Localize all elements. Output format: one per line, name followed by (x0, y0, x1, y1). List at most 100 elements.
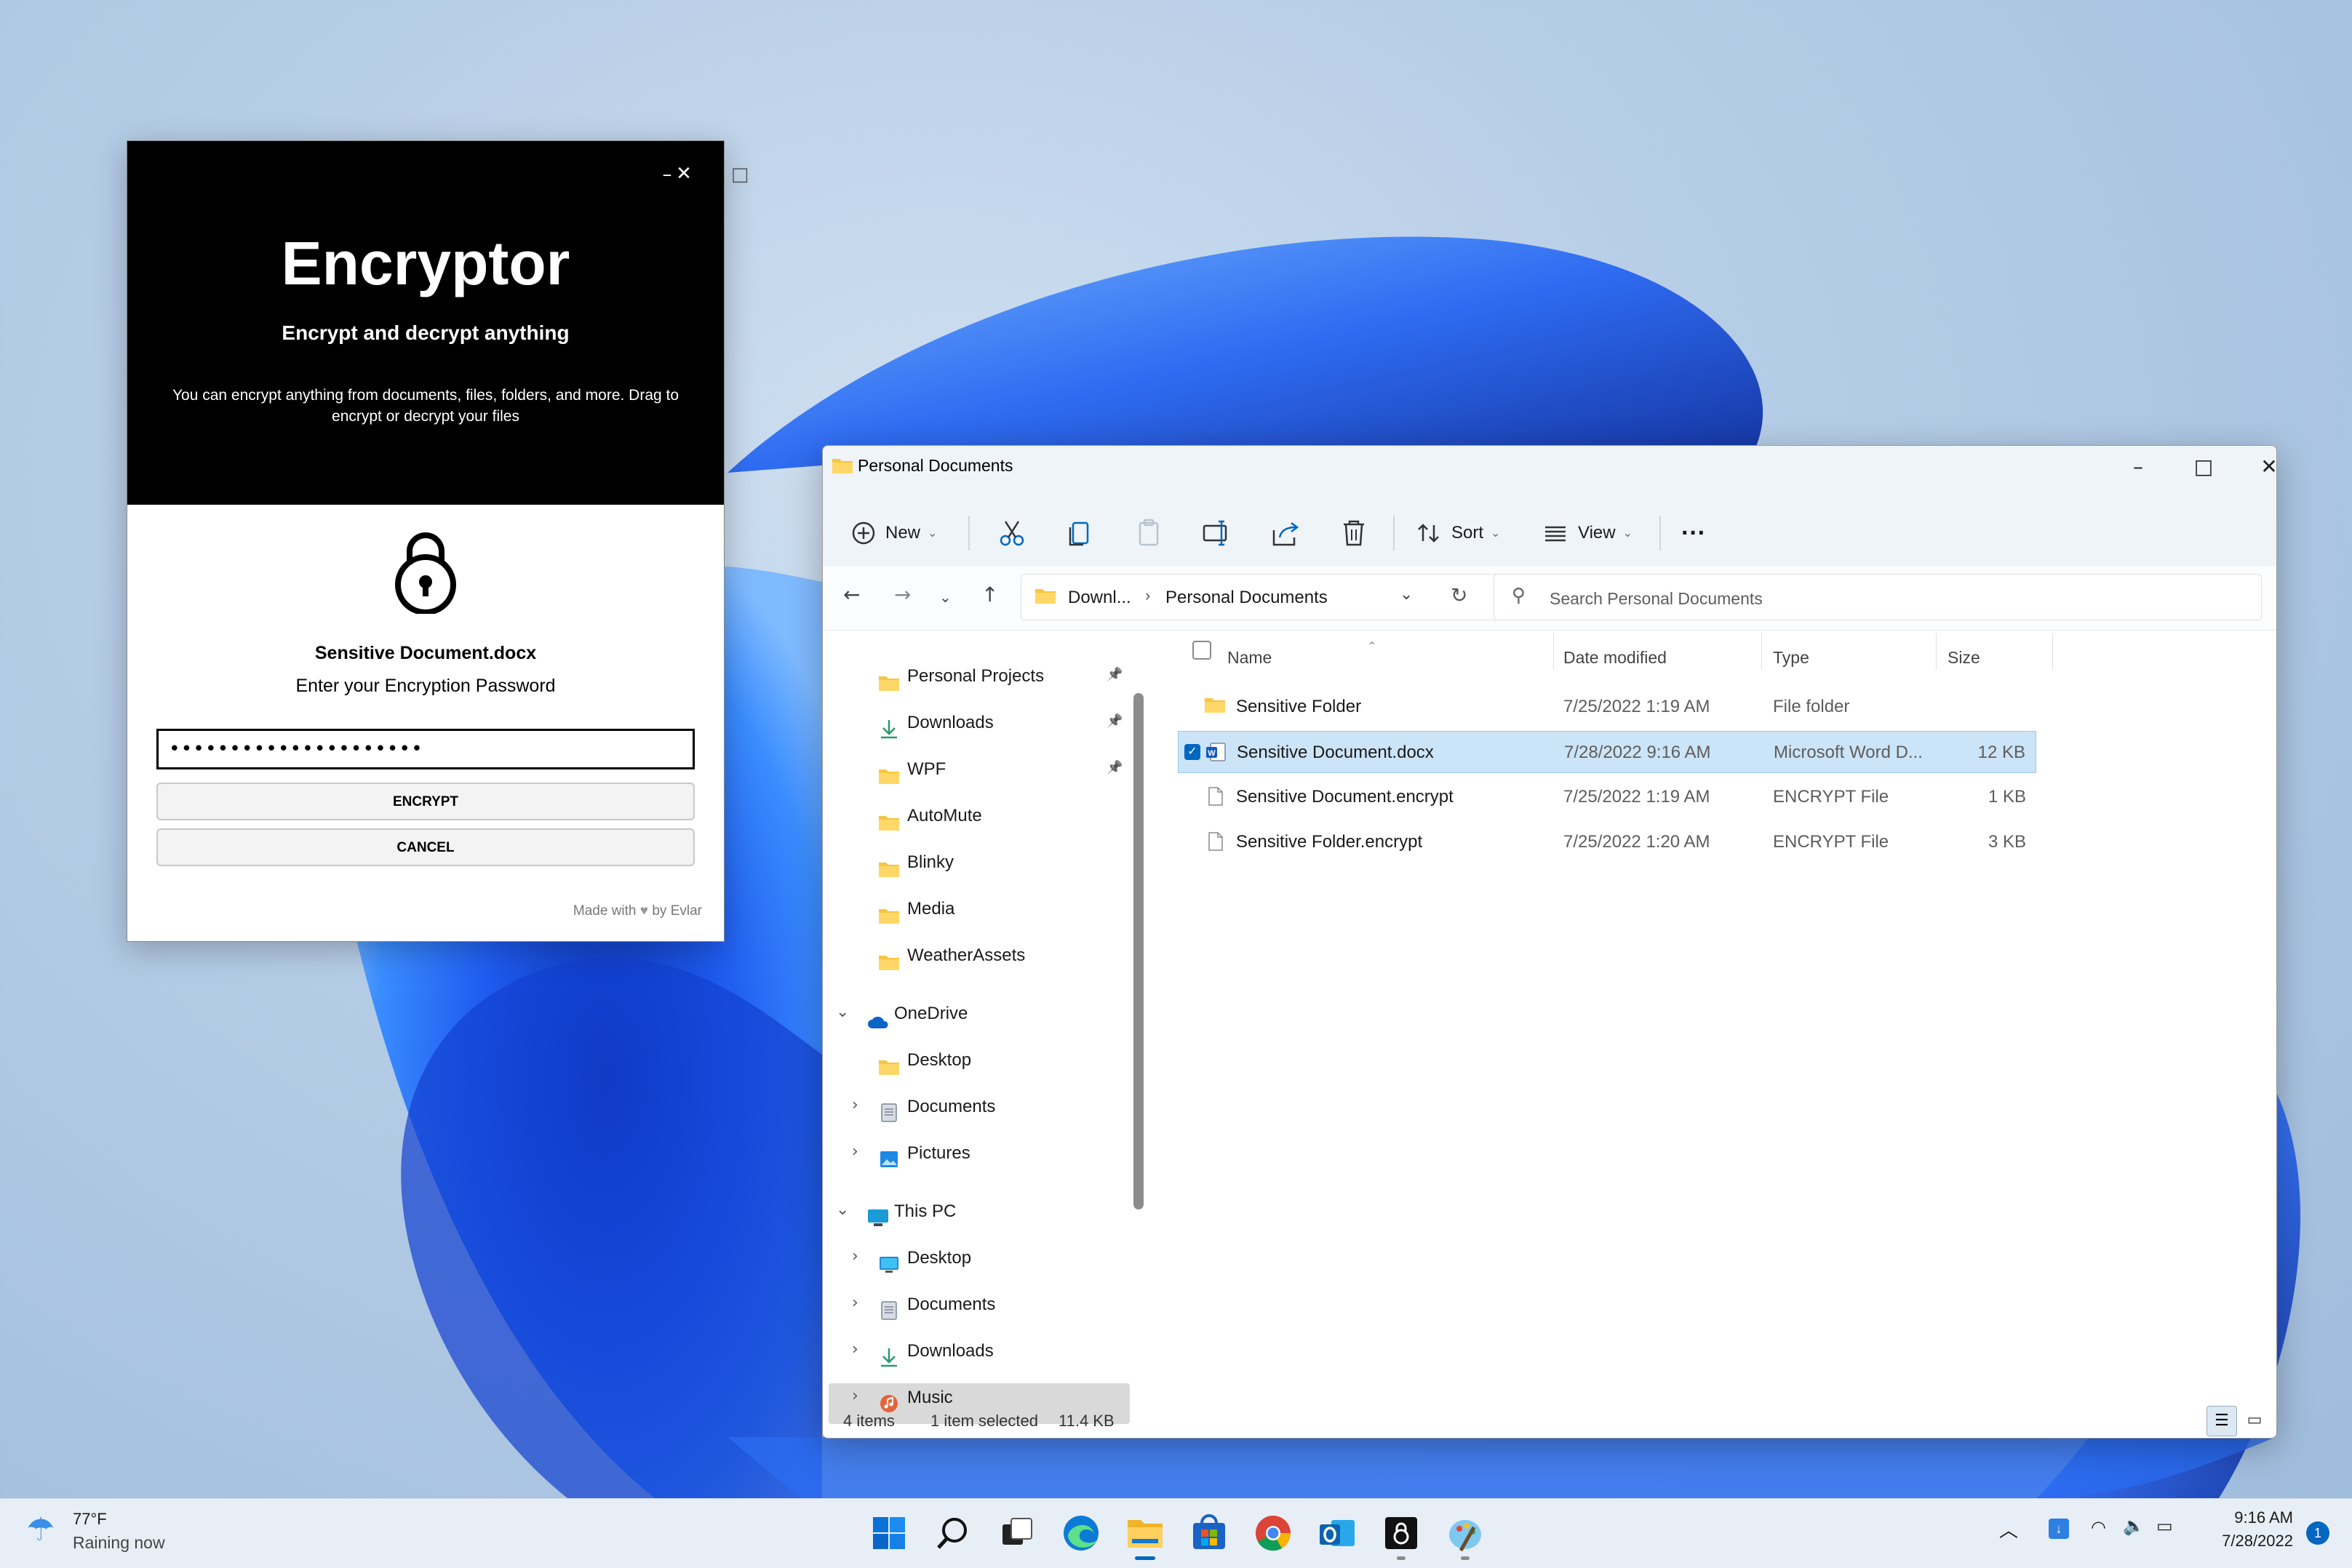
nav-label: Personal Projects (907, 666, 1045, 686)
onedrive-icon (866, 1005, 890, 1047)
breadcrumb-downloads[interactable]: Downl... (1068, 588, 1131, 608)
maximize-button[interactable]: □ (2174, 452, 2233, 482)
chevron-down-icon[interactable]: ⌄ (836, 1201, 849, 1219)
volume-icon[interactable]: 🔈 (2123, 1516, 2145, 1536)
search-box[interactable]: ⚲ Search Personal Documents (1494, 574, 2262, 620)
maximize-button[interactable]: □ (718, 160, 762, 189)
rename-icon[interactable] (1200, 516, 1235, 551)
search-icon[interactable] (933, 1513, 973, 1553)
weather-icon[interactable]: ☂ (26, 1511, 55, 1548)
show-hidden-icons[interactable]: ︿ (1999, 1516, 2018, 1543)
more-options-button[interactable]: ··· (1681, 513, 1706, 553)
nav-scrollbar[interactable] (1133, 693, 1144, 1209)
refresh-icon[interactable]: ↻ (1451, 583, 1467, 607)
view-label: View (1578, 523, 1616, 543)
delete-icon[interactable] (1336, 516, 1371, 551)
nav-label: Media (907, 899, 955, 919)
store-icon[interactable] (1189, 1513, 1229, 1553)
encryptor-icon[interactable] (1381, 1513, 1422, 1553)
file-row[interactable]: ✓ W Sensitive Document.docx 7/28/2022 9:16 … (1178, 731, 2036, 773)
sort-button[interactable]: Sort ⌄ (1416, 513, 1500, 553)
address-dropdown[interactable]: ⌄ (1400, 585, 1413, 604)
column-type[interactable]: Type (1773, 648, 1809, 668)
folder-icon (878, 899, 900, 941)
battery-icon[interactable]: ▭ (2156, 1516, 2173, 1536)
window-title: Personal Documents (858, 456, 1013, 475)
close-button[interactable]: ✕ (662, 159, 706, 188)
share-icon[interactable] (1268, 516, 1303, 551)
search-icon: ⚲ (1512, 585, 1526, 607)
copy-icon[interactable] (1063, 516, 1098, 551)
chrome-icon[interactable] (1253, 1513, 1293, 1553)
this-pc-icon (866, 1201, 890, 1244)
download-icon (878, 713, 900, 755)
view-button[interactable]: View ⌄ (1543, 513, 1633, 553)
outlook-icon[interactable] (1317, 1513, 1358, 1553)
chevron-right-icon[interactable]: › (852, 1143, 858, 1161)
nav-label: WeatherAssets (907, 945, 1026, 965)
close-button[interactable]: ✕ (2240, 452, 2276, 482)
file-row[interactable]: Sensitive Folder.encrypt 7/25/2022 1:20 A… (1178, 821, 2036, 863)
column-size[interactable]: Size (1948, 648, 1980, 668)
file-date: 7/25/2022 1:20 AM (1563, 832, 1710, 852)
forward-button[interactable]: → (894, 583, 911, 607)
nav-label: Desktop (907, 1050, 972, 1070)
cut-icon[interactable] (994, 516, 1029, 551)
chevron-right-icon[interactable]: › (852, 1294, 858, 1312)
select-all-checkbox[interactable] (1192, 641, 1211, 660)
chevron-right-icon[interactable]: › (852, 1247, 858, 1265)
encrypt-button[interactable]: ENCRYPT (156, 783, 695, 820)
new-button[interactable]: New ⌄ (850, 513, 937, 553)
back-button[interactable]: ← (843, 583, 860, 607)
minimize-button[interactable]: – (2109, 452, 2167, 482)
tiles-view-icon[interactable]: ▭ (2240, 1406, 2269, 1435)
folder-icon (832, 459, 853, 473)
start-icon[interactable] (869, 1513, 909, 1553)
details-view-icon[interactable]: ☰ (2207, 1406, 2237, 1436)
password-prompt: Enter your Encryption Password (295, 676, 556, 696)
file-type: ENCRYPT File (1773, 832, 1889, 852)
task-view-icon[interactable] (997, 1513, 1037, 1553)
footer-credit: Made with ♥ by Evlar (573, 903, 702, 919)
file-explorer-icon[interactable] (1125, 1513, 1165, 1553)
documents-icon (878, 1097, 900, 1139)
file-icon (1204, 831, 1226, 856)
nav-label: Pictures (907, 1143, 970, 1163)
weather-temp[interactable]: 77°F (73, 1510, 107, 1529)
downloads-icon (878, 1341, 900, 1383)
nav-label: Documents (907, 1295, 996, 1314)
status-item-count: 4 items (843, 1412, 895, 1430)
paste-icon[interactable] (1131, 516, 1166, 551)
edge-icon[interactable] (1061, 1513, 1101, 1553)
chevron-right-icon[interactable]: › (852, 1387, 858, 1405)
clock-time[interactable]: 9:16 AM (2223, 1508, 2293, 1527)
file-row[interactable]: Sensitive Folder 7/25/2022 1:19 AM File fo… (1178, 686, 2036, 728)
chevron-right-icon[interactable]: › (852, 1340, 858, 1359)
file-name: Sensitive Document.encrypt (1236, 787, 1454, 807)
chevron-right-icon[interactable]: › (852, 1096, 858, 1114)
app-description: You can encrypt anything from documents,… (172, 387, 679, 425)
clock-date[interactable]: 7/28/2022 (2204, 1532, 2293, 1551)
password-field[interactable]: ••••••••••••••••••••• (156, 729, 695, 769)
recent-locations-button[interactable]: ⌄ (939, 588, 952, 606)
notification-badge[interactable]: 1 (2306, 1521, 2329, 1545)
desktop-icon (878, 1248, 900, 1290)
documents-icon (878, 1295, 900, 1337)
weather-status[interactable]: Raining now (73, 1533, 165, 1553)
cancel-button[interactable]: CANCEL (156, 828, 695, 866)
folder-icon (878, 759, 900, 801)
wifi-icon[interactable]: ◠ (2091, 1517, 2106, 1538)
footer-made: Made with (573, 903, 637, 919)
pictures-icon (878, 1143, 900, 1185)
breadcrumb-personal-documents[interactable]: Personal Documents (1165, 588, 1328, 608)
chevron-down-icon[interactable]: ⌄ (836, 1003, 849, 1021)
row-checkbox[interactable]: ✓ (1184, 744, 1200, 760)
paint-icon[interactable] (1445, 1513, 1486, 1553)
tray-app-icon[interactable]: ↓ (2049, 1519, 2069, 1539)
folder-icon (878, 945, 900, 988)
up-button[interactable]: ↑ (981, 583, 998, 607)
column-date-modified[interactable]: Date modified (1563, 648, 1667, 668)
status-size: 11.4 KB (1059, 1412, 1115, 1430)
column-name[interactable]: Name (1227, 648, 1272, 668)
file-row[interactable]: Sensitive Document.encrypt 7/25/2022 1:19… (1178, 776, 2036, 818)
